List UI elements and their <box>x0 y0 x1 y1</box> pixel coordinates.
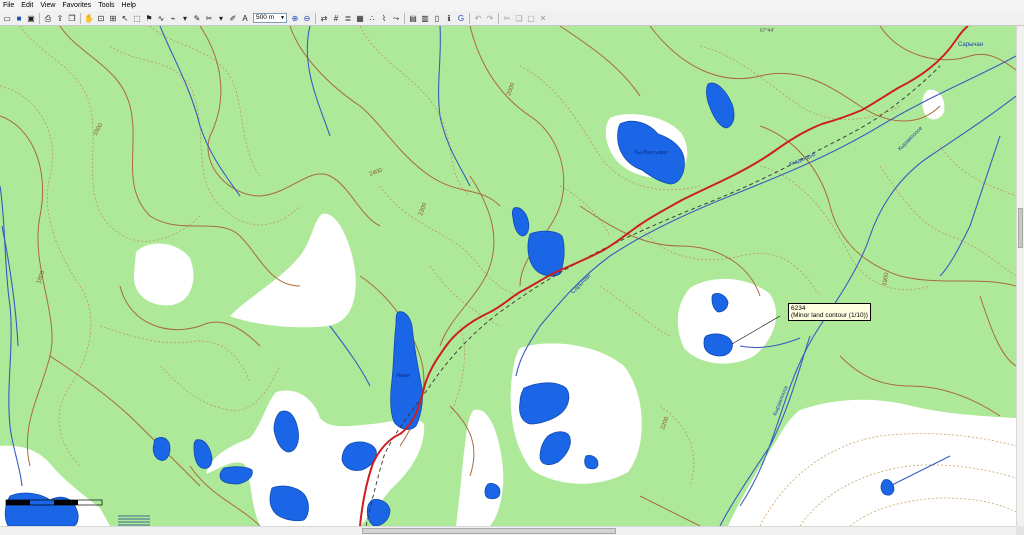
menu-view[interactable]: View <box>37 0 59 11</box>
snow-area <box>133 243 194 306</box>
chevron-down-icon: ▼ <box>280 15 285 21</box>
dropdown-arrow-icon[interactable]: ▾ <box>216 13 226 24</box>
toolbar-separator <box>39 12 40 24</box>
paste-icon[interactable]: ▢ <box>526 13 536 24</box>
horizontal-scroll-thumb[interactable] <box>362 528 616 534</box>
horizontal-scrollbar[interactable] <box>0 526 1016 535</box>
vertical-scroll-thumb[interactable] <box>1018 208 1023 248</box>
menu-file[interactable]: File <box>0 0 18 11</box>
info-icon[interactable]: ℹ <box>444 13 454 24</box>
lake-label: Ямеи <box>396 373 410 379</box>
scrollbar-corner <box>1016 526 1024 535</box>
google-earth-icon[interactable]: G <box>456 13 466 24</box>
scale-bar-segment <box>6 500 30 505</box>
waypoint-icon[interactable]: ⚑ <box>144 13 154 24</box>
map-canvas[interactable]: Ты-Лангъярв Ямеи Сарычан Сарычан Ккаданд… <box>0 26 1016 526</box>
toolbar-separator <box>80 12 81 24</box>
menu-help[interactable]: Help <box>119 0 140 11</box>
bookmark-icon[interactable]: ▯ <box>432 13 442 24</box>
draw-icon[interactable]: ✐ <box>228 13 238 24</box>
split-icon[interactable]: ✂ <box>204 13 214 24</box>
toolbar-separator <box>498 12 499 24</box>
routes-icon[interactable]: ⤳ <box>391 13 401 24</box>
select-area-icon[interactable]: ⬚ <box>132 13 142 24</box>
menu-tools[interactable]: Tools <box>95 0 118 11</box>
menu-edit[interactable]: Edit <box>18 0 37 11</box>
text-tool-icon[interactable]: A <box>240 13 250 24</box>
delete-icon[interactable]: ✕ <box>538 13 548 24</box>
undo-icon[interactable]: ↶ <box>473 13 483 24</box>
map-tooltip: 6234 (Minor land contour (1/10)) <box>788 303 871 321</box>
toolbar-separator <box>469 12 470 24</box>
lake-label: Ты-Лангъярв <box>634 150 667 156</box>
hand-icon[interactable]: ✋ <box>84 13 94 24</box>
dropdown-arrow-icon[interactable]: ▾ <box>180 13 190 24</box>
save-as-icon[interactable]: ▣ <box>26 13 36 24</box>
track-icon[interactable]: ⌁ <box>168 13 178 24</box>
vertical-scrollbar[interactable] <box>1016 26 1024 526</box>
document-icon[interactable]: ▥ <box>420 13 430 24</box>
points-icon[interactable]: ∴ <box>367 13 377 24</box>
tooltip-description: (Minor land contour (1/10)) <box>791 312 868 319</box>
edit-track-icon[interactable]: ✎ <box>192 13 202 24</box>
lake <box>703 333 733 357</box>
layers-icon[interactable]: ≣ <box>343 13 353 24</box>
river-label: Сарычан <box>958 42 983 48</box>
topographic-map[interactable]: Ты-Лангъярв Ямеи Сарычан Сарычан Ккаданд… <box>0 26 1016 526</box>
zoom-in-icon[interactable]: ⊕ <box>290 13 300 24</box>
measure-icon[interactable]: ⊡ <box>96 13 106 24</box>
zoom-out-icon[interactable]: ⊖ <box>302 13 312 24</box>
tracks-icon[interactable]: ⌇ <box>379 13 389 24</box>
lake <box>152 437 171 461</box>
map-sets-icon[interactable]: ▦ <box>355 13 365 24</box>
zoom-area-icon[interactable]: ⊞ <box>108 13 118 24</box>
grid-coordinate-label: 67°44' <box>760 28 774 34</box>
export-icon[interactable]: ⇪ <box>55 13 65 24</box>
cut-icon[interactable]: ✂ <box>502 13 512 24</box>
lake <box>484 483 501 500</box>
route-icon[interactable]: ∿ <box>156 13 166 24</box>
grid-icon[interactable]: # <box>331 13 341 24</box>
print-icon[interactable]: ⎙ <box>43 13 53 24</box>
transfer-icon[interactable]: ⇄ <box>319 13 329 24</box>
copy-icon[interactable]: ❏ <box>514 13 524 24</box>
redo-icon[interactable]: ↷ <box>485 13 495 24</box>
tooltip-elevation: 6234 <box>791 305 806 312</box>
menu-bar: File Edit View Favorites Tools Help <box>0 0 1024 11</box>
zoom-scale-select[interactable]: 500 m ▼ <box>253 13 287 23</box>
open-file-icon[interactable]: ▭ <box>2 13 12 24</box>
select-arrow-icon[interactable]: ↖ <box>120 13 130 24</box>
copy-map-icon[interactable]: ❐ <box>67 13 77 24</box>
menu-favorites[interactable]: Favorites <box>59 0 95 11</box>
toolbar-separator <box>315 12 316 24</box>
page-icon[interactable]: ▤ <box>408 13 418 24</box>
scale-bar-segment <box>54 500 78 505</box>
save-icon[interactable]: ■ <box>14 13 24 24</box>
toolbar: ▭ ■ ▣ ⎙ ⇪ ❐ ✋ ⊡ ⊞ ↖ ⬚ ⚑ ∿ ⌁ ▾ ✎ ✂ ▾ ✐ A … <box>0 11 1024 26</box>
toolbar-separator <box>404 12 405 24</box>
